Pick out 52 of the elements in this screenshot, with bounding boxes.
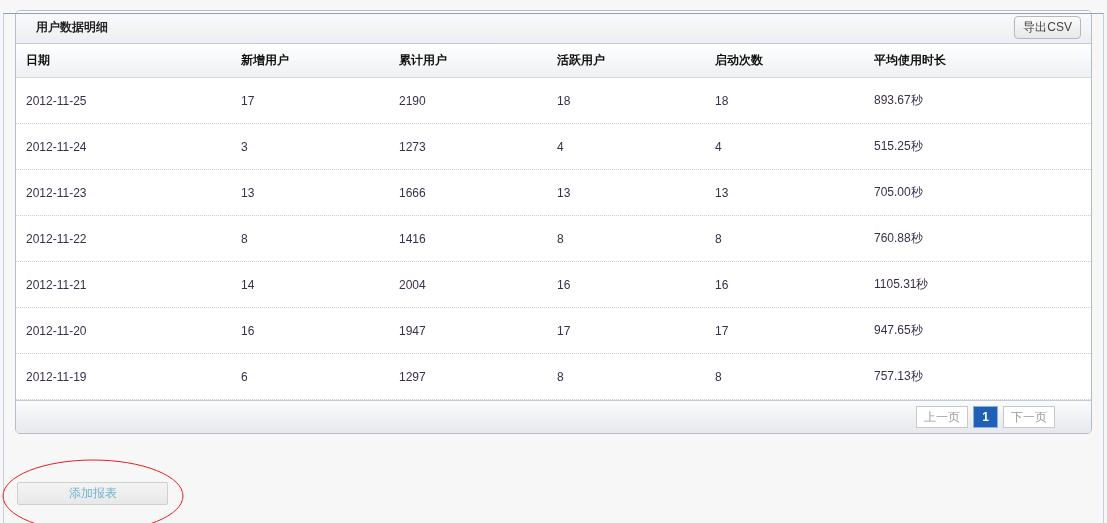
table-cell: 4 [715,139,722,154]
table-cell: 17 [715,323,729,338]
panel-title: 用户数据明细 [36,18,108,36]
table-cell: 2012-11-20 [26,323,87,338]
table-cell: 1105.31秒 [874,277,929,291]
table-cell: 2004 [399,277,426,292]
table-cell: 13 [241,185,255,200]
column-header: 日期 [26,53,50,67]
table-cell: 3 [241,139,248,154]
table-cell: 705.00秒 [874,185,923,199]
column-header: 活跃用户 [557,53,605,67]
table-cell: 8 [241,231,248,246]
table-cell: 13 [715,185,729,200]
table-cell: 2012-11-25 [26,93,87,108]
table-cell: 2190 [399,93,426,108]
column-header: 启动次数 [715,53,763,67]
table-cell: 18 [557,93,571,108]
table-cell: 16 [241,323,255,338]
table-cell: 13 [557,185,571,200]
table-cell: 1297 [399,369,426,384]
column-header: 平均使用时长 [874,53,946,67]
table-cell: 18 [715,93,729,108]
add-report-button[interactable]: 添加报表 [17,482,168,505]
table-cell: 760.88秒 [874,231,923,245]
table-cell: 17 [241,93,255,108]
page-number-button[interactable]: 1 [973,406,998,428]
table-cell: 8 [557,369,564,384]
table-cell: 1273 [399,139,426,154]
table-cell: 893.67秒 [874,93,923,107]
table-cell: 16 [715,277,729,292]
table-cell: 1947 [399,323,426,338]
table-cell: 16 [557,277,571,292]
table-cell: 757.13秒 [874,369,923,383]
table-cell: 8 [715,231,722,246]
table-cell: 4 [557,139,564,154]
table-cell: 1666 [399,185,426,200]
table-cell: 6 [241,369,248,384]
table-cell: 1416 [399,231,426,246]
table-cell: 2012-11-21 [26,277,87,292]
table-cell: 2012-11-23 [26,185,87,200]
table-cell: 17 [557,323,571,338]
table-cell: 2012-11-22 [26,231,87,246]
table-cell: 947.65秒 [874,323,923,337]
table-cell: 2012-11-24 [26,139,87,154]
table-cell: 2012-11-19 [26,369,87,384]
export-csv-button[interactable]: 导出CSV [1014,15,1081,39]
table-cell: 14 [241,277,255,292]
table-cell: 515.25秒 [874,139,923,153]
column-header: 累计用户 [399,53,447,67]
table-cell: 8 [557,231,564,246]
column-header: 新增用户 [241,53,289,67]
table-cell: 8 [715,369,722,384]
